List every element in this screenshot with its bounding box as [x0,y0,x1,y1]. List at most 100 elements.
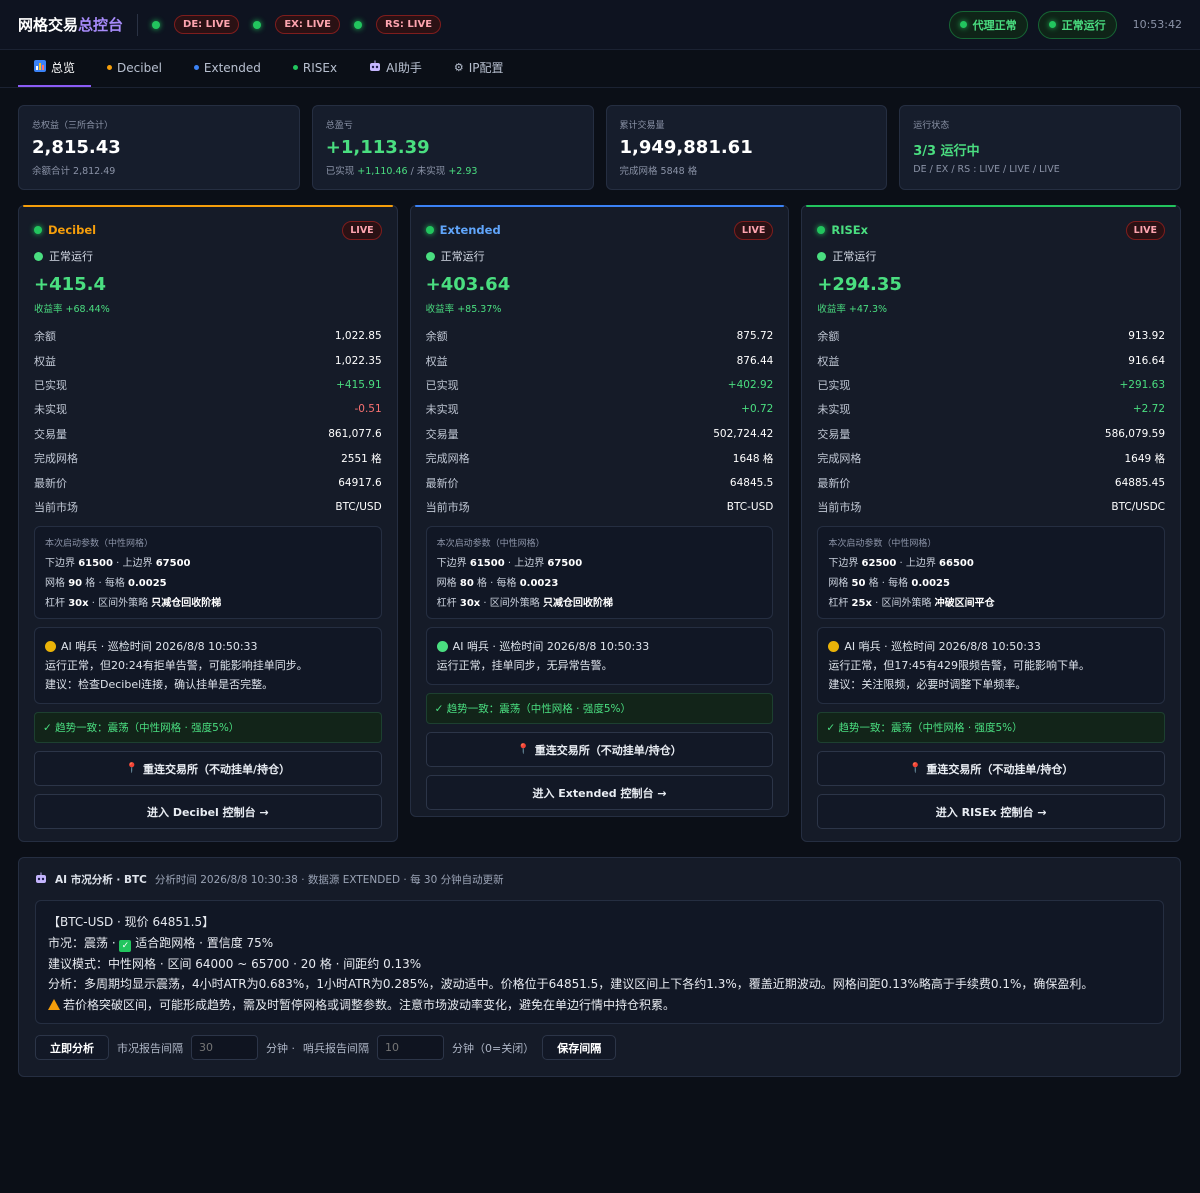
enter-console-button[interactable]: 进入 RISEx 控制台 → [817,794,1166,830]
running-dot-icon [34,251,43,261]
stat-row: 已实现 +402.92 [425,378,774,392]
app-title: 网格交易总控台 [18,16,124,34]
exchange-card-extended: Extended LIVE 正常运行 +403.64 收益率 +85.37% 余… [409,205,790,817]
trend-badge: ✓ 趋势一致：震荡（中性网格 · 强度5%） [425,693,774,725]
sentinel-interval-input[interactable] [377,1035,444,1060]
trend-badge: ✓ 趋势一致：震荡（中性网格 · 强度5%） [817,712,1166,744]
status-dot-icon [817,226,826,234]
tab-label: RISEx [302,60,338,75]
bar-chart-icon [34,60,46,75]
card-value: 2,815.43 [32,137,121,158]
check-icon: ✓ [119,939,132,952]
warning-icon [48,999,60,1011]
tab-overview[interactable]: 总览 [18,50,92,87]
tab-risex[interactable]: RISEx [277,50,353,87]
running-dot-icon [425,251,435,261]
yield-rate: 收益率 +68.44% [34,304,110,315]
live-badge: LIVE [342,220,382,240]
sentinel-interval-label: 哨兵报告间隔 [303,1041,369,1055]
accent-line [806,205,1177,207]
stat-row: 完成网格 2551 格 [34,452,382,466]
tab-label: AI助手 [386,61,422,75]
stat-row: 余额 1,022.85 [34,330,382,344]
sentinel-status-icon [828,641,840,653]
report-interval-input[interactable] [191,1035,258,1060]
run-status-badge: 正常运行 [1037,10,1117,39]
sentinel-status-icon [45,641,56,653]
card-sub: 已实现 +1,110.46 / 未实现 +2.93 [325,166,478,177]
report-interval-label: 市况报告间隔 [117,1041,183,1055]
pnl-value: +294.35 [817,274,902,295]
stat-row: 当前市场 BTC/USDC [817,500,1166,514]
trend-badge: ✓ 趋势一致：震荡（中性网格 · 强度5%） [34,712,382,744]
exchange-card-risex: RISEx LIVE 正常运行 +294.35 收益率 +47.3% 余额 913… [801,205,1182,843]
stat-row: 未实现 -0.51 [34,403,382,417]
stat-row: 完成网格 1649 格 [817,452,1166,466]
analysis-text: 【BTC-USD · 现价 64851.5】 市况：震荡 · ✓ 适合跑网格 ·… [35,900,1164,1024]
ai-sentinel-box: AI 哨兵 · 巡检时间 2026/8/8 10:50:33 运行正常，但17:… [817,627,1166,705]
exchange-name: Decibel [48,223,97,237]
live-badge: LIVE [733,220,774,240]
reconnect-button[interactable]: 📍 重连交易所（不动挂单/持仓） [34,751,382,787]
tab-label: 总览 [51,61,76,75]
status-dot-icon [1048,21,1056,28]
stat-row: 权益 916.64 [817,354,1166,368]
stat-row: 交易量 861,077.6 [34,427,382,441]
ai-sentinel-box: AI 哨兵 · 巡检时间 2026/8/8 10:50:33 运行正常，但20:… [34,627,382,705]
tab-ai-assistant[interactable]: AI助手 [353,50,438,87]
stats-list: 余额 1,022.85 权益 1,022.35 已实现 +415.91 未实现 -0.5… [34,324,382,519]
pnl-value: +415.4 [34,274,107,295]
yield-rate: 收益率 +85.37% [425,304,502,315]
status-dot-icon [959,21,967,28]
reconnect-button[interactable]: 📍 重连交易所（不动挂单/持仓） [425,732,774,768]
analyze-now-button[interactable]: 立即分析 [35,1035,109,1060]
panel-title: AI 市况分析 · BTC [55,874,147,886]
stats-list: 余额 913.92 权益 916.64 已实现 +291.63 未实现 +2.72 交易… [817,324,1165,519]
stat-row: 未实现 +0.72 [425,403,774,417]
stat-row: 权益 1,022.35 [34,354,382,368]
enter-console-button[interactable]: 进入 Decibel 控制台 → [34,794,382,830]
analysis-meta: 分析时间 2026/8/8 10:30:38 · 数据源 EXTENDED · … [154,874,504,886]
stat-row: 已实现 +415.91 [34,378,382,392]
robot-icon [369,60,381,75]
stat-row: 完成网格 1648 格 [425,452,774,466]
gear-icon: ⚙ [453,61,464,74]
tab-decibel[interactable]: Decibel [91,50,178,87]
running-label: 正常运行 [832,250,877,263]
exchange-card-decibel: Decibel LIVE 正常运行 +415.4 收益率 +68.44% 余额 1… [18,205,398,843]
stat-row: 最新价 64845.5 [425,476,774,490]
pin-icon: 📍 [125,763,139,775]
launch-params: 本次启动参数（中性网格） 下边界 61500 · 上边界 67500 网格 80… [425,526,774,620]
tab-ip-config[interactable]: ⚙ IP配置 [438,50,520,87]
tab-extended[interactable]: Extended [178,50,277,87]
accent-line [23,205,393,207]
stat-row: 当前市场 BTC-USD [425,500,774,514]
summary-card-pnl: 总盈亏 +1,113.39 已实现 +1,110.46 / 未实现 +2.93 [311,105,594,190]
enter-console-button[interactable]: 进入 Extended 控制台 → [425,775,774,811]
summary-row: 总权益（三所合计） 2,815.43 余额合计 2,812.49 总盈亏 +1,… [18,105,1181,190]
unit-label: 分钟 · [266,1041,295,1055]
launch-params: 本次启动参数（中性网格） 下边界 61500 · 上边界 67500 网格 90… [34,526,382,620]
stat-row: 最新价 64885.45 [817,476,1166,490]
accent-line [414,205,785,207]
exchange-name: RISEx [831,223,869,237]
proxy-status-badge: 代理正常 [948,10,1028,39]
running-dot-icon [817,251,827,261]
pin-icon: 📍 [517,744,530,756]
stats-list: 余额 875.72 权益 876.44 已实现 +402.92 未实现 +0.72 交易… [426,324,774,519]
status-dot-icon [253,20,262,29]
yield-rate: 收益率 +47.3% [817,304,888,315]
exchange-name: Extended [439,223,501,237]
save-interval-button[interactable]: 保存间隔 [542,1035,617,1060]
dot-icon [292,65,298,70]
tab-label: IP配置 [468,61,504,75]
card-sub: 完成网格 5848 格 [619,166,698,177]
card-label: 总权益（三所合计） [32,121,114,131]
stat-row: 权益 876.44 [425,354,774,368]
exchange-row: Decibel LIVE 正常运行 +415.4 收益率 +68.44% 余额 1… [18,205,1182,843]
card-value: +1,113.39 [325,137,430,158]
reconnect-button[interactable]: 📍 重连交易所（不动挂单/持仓） [817,751,1166,787]
divider [137,13,139,36]
feed-badge-de: DE: LIVE [174,15,240,34]
tab-label: Decibel [117,60,162,75]
